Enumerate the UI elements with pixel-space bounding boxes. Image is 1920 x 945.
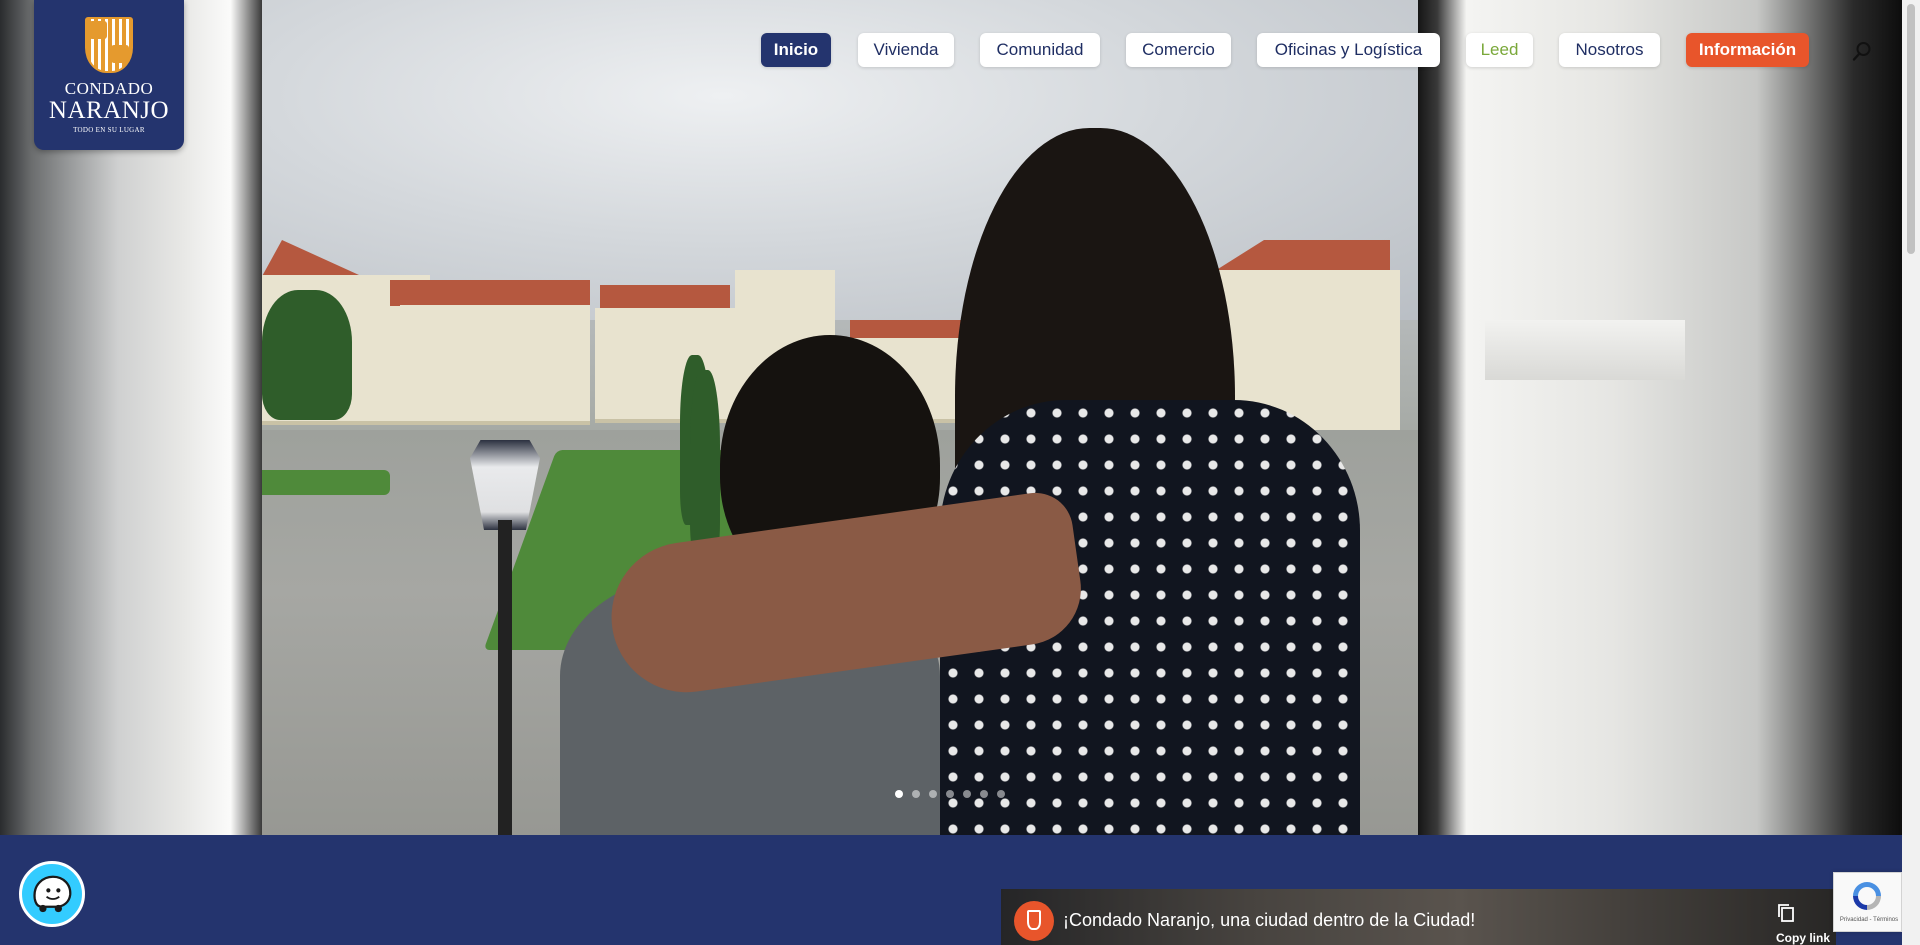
video-title[interactable]: ¡Condado Naranjo, una ciudad dentro de l… — [1063, 910, 1475, 931]
scrollbar-thumb[interactable] — [1907, 4, 1915, 254]
nav-item-comercio[interactable]: Comercio — [1126, 33, 1231, 67]
slider-dot[interactable] — [929, 790, 937, 798]
copy-link-icon[interactable] — [1777, 903, 1795, 923]
slider-dot[interactable] — [946, 790, 954, 798]
logo-line-1: CONDADO — [64, 79, 154, 98]
slider-dot[interactable] — [963, 790, 971, 798]
recaptcha-icon — [1853, 882, 1881, 910]
recaptcha-badge[interactable]: Privacidad - Términos — [1833, 872, 1902, 932]
street-lamp-post — [498, 520, 512, 835]
logo-crest-icon — [85, 17, 133, 73]
slider-dot[interactable] — [980, 790, 988, 798]
channel-avatar[interactable] — [1014, 901, 1054, 941]
slider-dot[interactable] — [895, 790, 903, 798]
nav-item-comunidad[interactable]: Comunidad — [980, 33, 1100, 67]
nav-item-inicio[interactable]: Inicio — [761, 33, 831, 67]
copy-link-label[interactable]: Copy link — [1776, 931, 1830, 945]
slider-dot[interactable] — [997, 790, 1005, 798]
recaptcha-footer[interactable]: Privacidad - Términos — [1838, 917, 1900, 923]
nav-item-vivienda[interactable]: Vivienda — [858, 33, 954, 67]
waze-icon[interactable] — [19, 861, 85, 927]
window-frame-right — [1418, 0, 1902, 835]
video-embed[interactable]: ¡Condado Naranjo, una ciudad dentro de l… — [1001, 889, 1836, 945]
nav-item-informacion[interactable]: Información — [1686, 33, 1809, 67]
search-icon[interactable] — [1851, 40, 1873, 62]
nav-item-leed[interactable]: Leed — [1466, 33, 1533, 67]
logo-tagline: TODO EN SU LUGAR — [73, 126, 145, 134]
logo-line-2: NARANJO — [48, 97, 170, 124]
slider-dot[interactable] — [912, 790, 920, 798]
nav-item-oficinas[interactable]: Oficinas y Logística — [1257, 33, 1440, 67]
site-logo[interactable]: CONDADO NARANJO TODO EN SU LUGAR — [34, 0, 184, 150]
nav-item-nosotros[interactable]: Nosotros — [1559, 33, 1660, 67]
window-handle-bar — [1485, 320, 1685, 380]
hero-slider — [0, 0, 1902, 835]
page-scrollbar[interactable] — [1902, 0, 1920, 945]
